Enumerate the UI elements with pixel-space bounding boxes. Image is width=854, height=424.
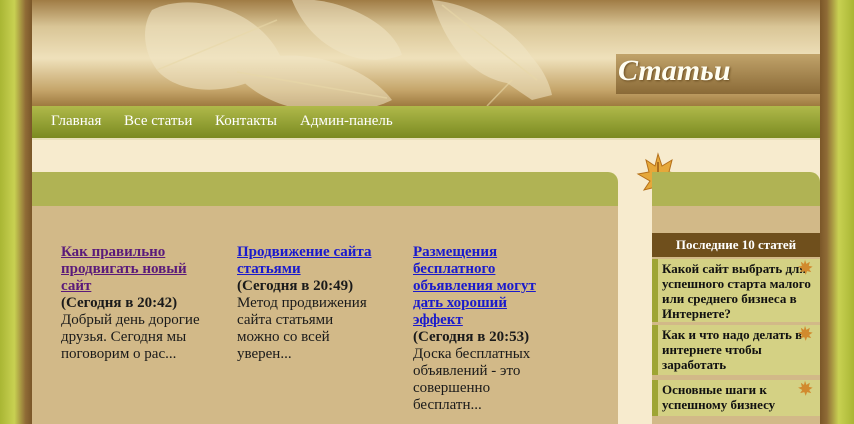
sidebar-item-label: Основные шаги к успешному бизнесу: [662, 382, 776, 412]
autumn-leaf-icon: [798, 380, 813, 396]
sidebar-header: [652, 172, 820, 206]
content-header: [32, 172, 618, 206]
nav-item-all-articles[interactable]: Все статьи: [124, 113, 192, 130]
autumn-leaf-icon: [798, 325, 813, 341]
main-nav: Главная Все статьи Контакты Админ-панель: [32, 106, 820, 140]
nav-item-admin-panel[interactable]: Админ-панель: [300, 113, 393, 130]
sidebar-item-link[interactable]: Какой сайт выбрать для успешного старта …: [652, 259, 820, 322]
nav-item-home[interactable]: Главная: [51, 113, 101, 130]
article-title-link[interactable]: Размещения бесплатного объявления могут …: [413, 244, 536, 328]
article-card: Как правильно продвигать новый сайт (Сег…: [61, 244, 201, 363]
article-card: Продвижение сайта статьями (Сегодня в 20…: [237, 244, 377, 363]
sidebar-item-label: Какой сайт выбрать для успешного старта …: [662, 261, 811, 321]
header-banner: Статьи: [32, 0, 820, 106]
nav-item-contacts[interactable]: Контакты: [215, 113, 277, 130]
article-excerpt: Добрый день дорогие друзья. Сегодня мы п…: [61, 312, 200, 362]
article-excerpt: Доска бесплатных объявлений - это соверш…: [413, 346, 531, 413]
article-date: (Сегодня в 20:49): [237, 278, 354, 294]
page: Статьи Главная Все статьи Контакты Админ…: [32, 0, 820, 424]
articles-panel: Как правильно продвигать новый сайт (Сег…: [32, 206, 618, 424]
left-border: [0, 0, 32, 424]
page-title: Статьи: [618, 54, 731, 87]
article-title-link[interactable]: Продвижение сайта статьями: [237, 244, 371, 277]
sidebar-item-link[interactable]: Основные шаги к успешному бизнесу: [652, 380, 820, 416]
article-excerpt: Метод продвижения сайта статьями можно с…: [237, 295, 367, 362]
article-date: (Сегодня в 20:53): [413, 329, 530, 345]
sidebar-title: Последние 10 статей: [652, 233, 820, 257]
autumn-leaf-icon: [798, 259, 813, 275]
sidebar-item-link[interactable]: Как и что надо делать в интернете чтобы …: [652, 325, 820, 375]
sidebar-item-label: Как и что надо делать в интернете чтобы …: [662, 327, 803, 372]
article-date: (Сегодня в 20:42): [61, 295, 178, 311]
right-border: [820, 0, 854, 424]
article-title-link[interactable]: Как правильно продвигать новый сайт: [61, 244, 187, 294]
article-card: Размещения бесплатного объявления могут …: [413, 244, 553, 414]
